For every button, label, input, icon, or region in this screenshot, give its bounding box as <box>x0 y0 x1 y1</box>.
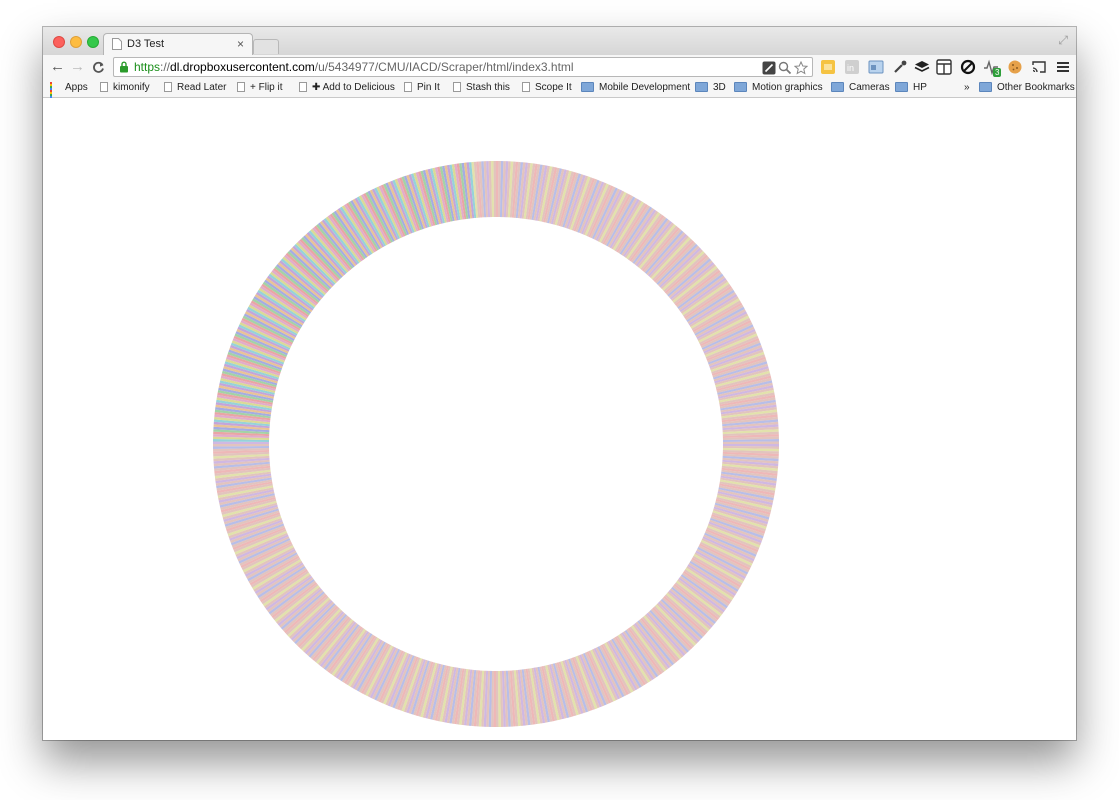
bookmark-label: Pin It <box>417 82 440 93</box>
url-path: /u/5434977/CMU/IACD/Scraper/html/index3.… <box>314 60 574 74</box>
page-icon <box>299 82 307 92</box>
folder-icon <box>581 82 594 92</box>
folder-icon <box>695 82 708 92</box>
layers-icon[interactable] <box>914 59 930 75</box>
bookmark-folder-other-bookmarks[interactable]: Other Bookmarks <box>979 82 1075 93</box>
bookmark-label: kimonify <box>113 82 150 93</box>
bookmark-add-to-delicious[interactable]: ✚ Add to Delicious <box>299 82 395 93</box>
fullscreen-icon[interactable]: ⤢ <box>1058 33 1068 48</box>
bookmarks-overflow-button[interactable]: » <box>964 82 970 93</box>
bookmark-label: Apps <box>65 82 88 93</box>
bookmark-label: Motion graphics <box>752 82 823 93</box>
new-tab-button[interactable] <box>253 39 279 54</box>
page-icon <box>237 82 245 92</box>
lock-icon <box>120 61 128 73</box>
folder-icon <box>831 82 844 92</box>
bookmarks-bar: Apps kimonify Read Later + Flip it ✚ Add… <box>43 79 1076 100</box>
sync-icon[interactable] <box>960 59 976 75</box>
tab-active[interactable]: D3 Test × <box>103 33 253 56</box>
ring-segments <box>213 161 779 727</box>
back-button[interactable]: ← <box>50 58 65 76</box>
page-icon <box>522 82 530 92</box>
extension-window-icon[interactable] <box>868 59 884 75</box>
bookmark-folder-hp[interactable]: HP <box>895 82 927 93</box>
folder-icon <box>734 82 747 92</box>
tab-close-icon[interactable]: × <box>237 37 244 51</box>
bookmark-label: Scope It <box>535 82 572 93</box>
page-icon <box>112 38 122 50</box>
bookmark-label: Mobile Development <box>599 82 691 93</box>
url-scheme: https <box>134 60 161 74</box>
bookmark-label: HP <box>913 82 927 93</box>
extension-badge: 3 <box>993 68 1002 77</box>
bookmark-label: + Flip it <box>250 82 283 93</box>
extension-yellow-icon[interactable] <box>820 59 836 75</box>
folder-icon <box>979 82 992 92</box>
bookmark-label: Stash this <box>466 82 510 93</box>
cast-icon[interactable] <box>1031 59 1047 75</box>
page-icon <box>453 82 461 92</box>
page-icon <box>404 82 412 92</box>
layout-icon[interactable] <box>936 59 952 75</box>
toolbar: ← → https://dl.dropboxusercontent.com/u/… <box>43 55 1076 79</box>
donut-ring <box>213 161 779 727</box>
bookmark-folder-cameras[interactable]: Cameras <box>831 82 890 93</box>
window-close-button[interactable] <box>53 36 65 48</box>
browser-window: D3 Test × ⤢ ← → https://dl.dropboxuserco… <box>43 27 1076 740</box>
tab-title: D3 Test <box>127 38 165 50</box>
eyedropper-icon[interactable] <box>892 59 908 75</box>
window-minimize-button[interactable] <box>70 36 82 48</box>
forward-button[interactable]: → <box>70 58 85 76</box>
bookmark-label: Read Later <box>177 82 227 93</box>
zoom-icon[interactable] <box>778 61 792 75</box>
star-icon[interactable] <box>794 61 808 75</box>
menu-icon[interactable] <box>1055 59 1071 75</box>
bookmark-label: Cameras <box>849 82 890 93</box>
address-bar[interactable]: https://dl.dropboxusercontent.com/u/5434… <box>113 57 813 77</box>
bookmark-folder-mobile-development[interactable]: Mobile Development <box>581 82 690 93</box>
bookmark-apps[interactable]: Apps <box>50 82 88 100</box>
cookie-icon[interactable] <box>1007 59 1023 75</box>
bookmark-pin-it[interactable]: Pin It <box>404 82 440 93</box>
page-icon <box>100 82 108 92</box>
extension-grey-icon[interactable]: in <box>844 59 860 75</box>
svg-text:in: in <box>847 63 854 73</box>
page-icon <box>164 82 172 92</box>
bookmark-scope-it[interactable]: Scope It <box>522 82 572 93</box>
bookmark-stash-this[interactable]: Stash this <box>453 82 510 93</box>
folder-icon <box>895 82 908 92</box>
page-action-icon[interactable] <box>762 61 776 75</box>
reload-icon <box>93 61 104 73</box>
bookmark-label: ✚ Add to Delicious <box>312 82 395 93</box>
bookmark-read-later[interactable]: Read Later <box>164 82 226 93</box>
bookmark-label: 3D <box>713 82 726 93</box>
bookmark-label: Other Bookmarks <box>997 82 1075 93</box>
apps-grid-icon <box>50 82 60 100</box>
window-maximize-button[interactable] <box>87 36 99 48</box>
page-content <box>43 98 1076 740</box>
bookmark-flip-it[interactable]: + Flip it <box>237 82 283 93</box>
url-separator: :// <box>160 60 171 74</box>
bookmark-folder-motion-graphics[interactable]: Motion graphics <box>734 82 823 93</box>
bookmark-kimonify[interactable]: kimonify <box>100 82 150 93</box>
bookmark-folder-3d[interactable]: 3D <box>695 82 726 93</box>
reload-button[interactable] <box>92 58 105 78</box>
url-host: dl.dropboxusercontent.com <box>170 60 315 74</box>
tab-strip: D3 Test × ⤢ <box>43 27 1076 56</box>
url-text: https://dl.dropboxusercontent.com/u/5434… <box>134 60 574 74</box>
